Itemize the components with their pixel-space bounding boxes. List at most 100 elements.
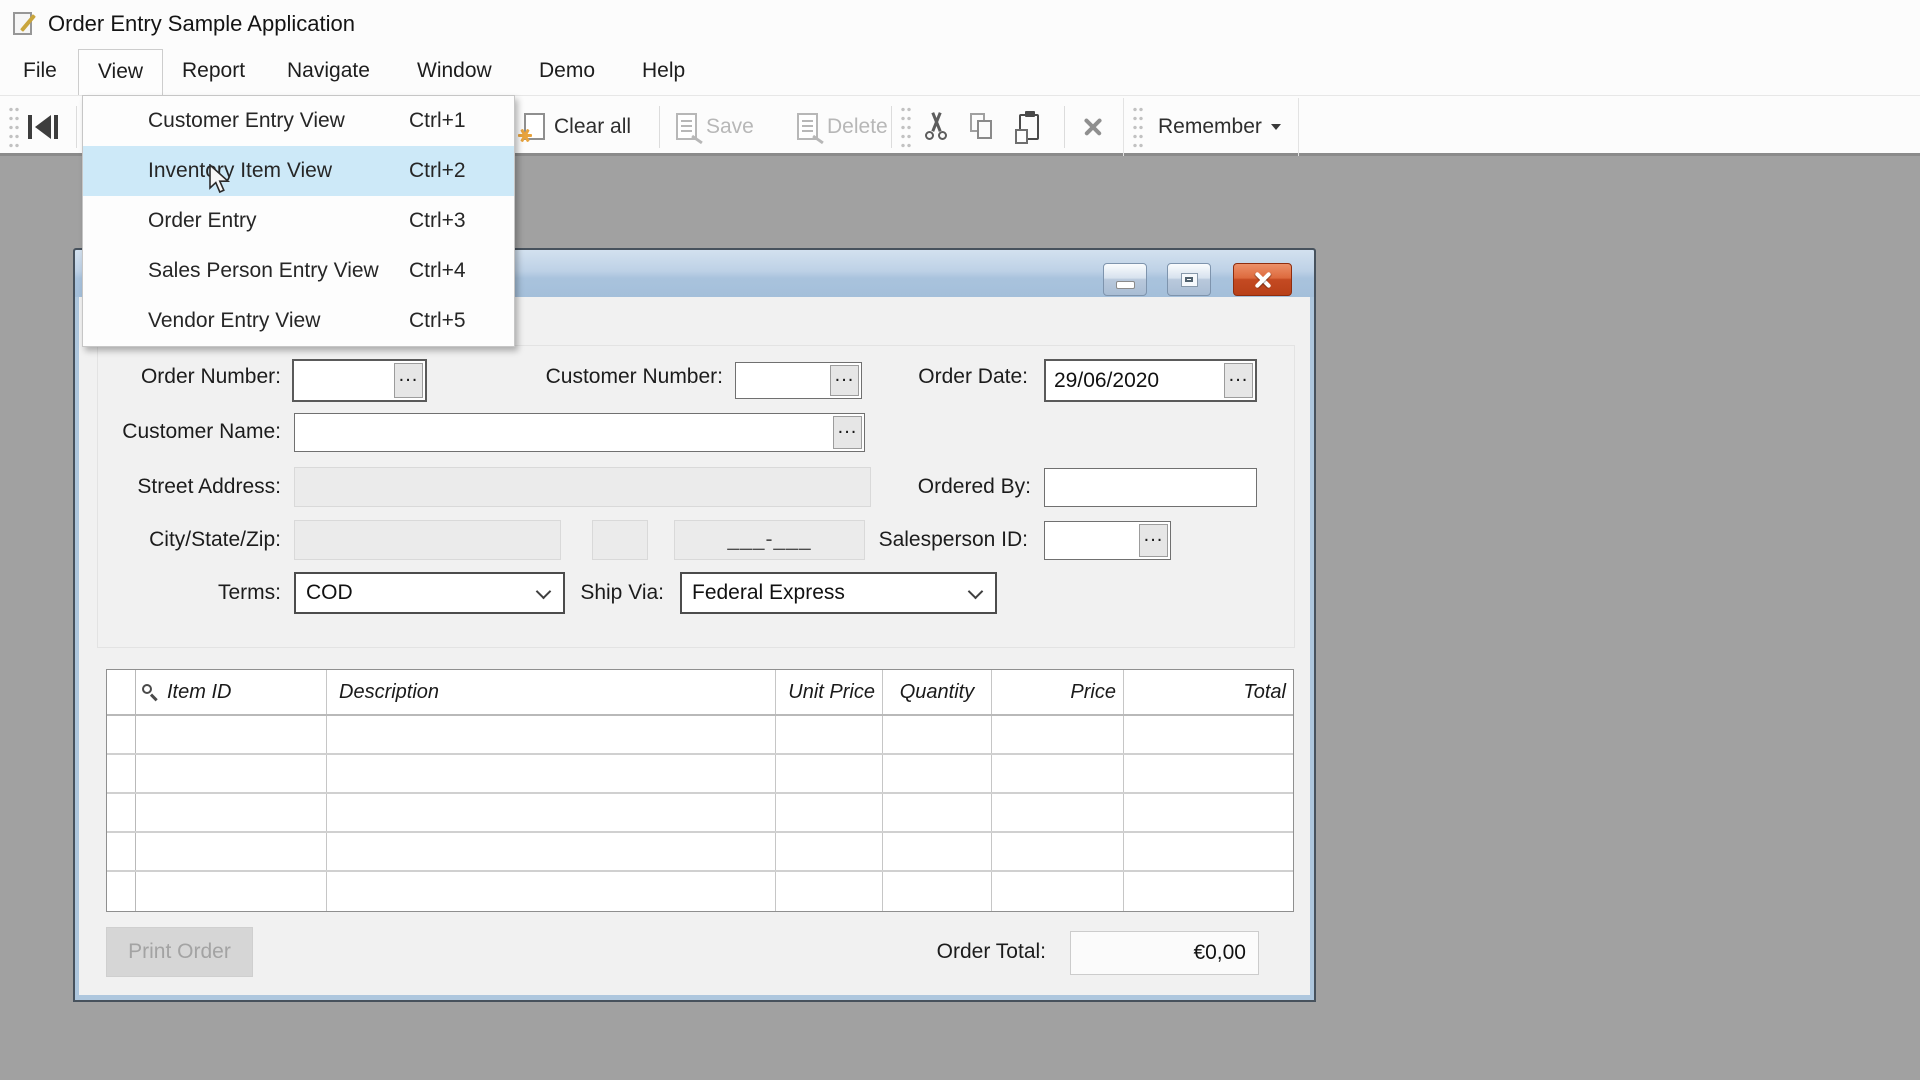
ordered-by-input[interactable] (1044, 468, 1257, 507)
grid-row[interactable] (107, 755, 1293, 794)
grid-col-item-id[interactable]: Item ID (136, 670, 327, 714)
terms-combobox[interactable]: COD (294, 572, 565, 614)
grid-cell[interactable] (883, 872, 992, 911)
grid-col-quantity[interactable]: Quantity (883, 670, 992, 714)
document-delete-icon (797, 113, 818, 140)
menu-item-vendor-entry-view[interactable]: Vendor Entry View Ctrl+5 (83, 296, 514, 346)
copy-button[interactable] (968, 96, 998, 157)
grid-cell[interactable] (1124, 755, 1293, 792)
menu-navigate[interactable]: Navigate (287, 47, 370, 95)
customer-number-browse-button[interactable]: ... (830, 365, 859, 396)
cut-button[interactable] (920, 96, 952, 157)
grid-cell[interactable] (136, 794, 327, 831)
ship-via-combobox[interactable]: Federal Express (680, 572, 997, 614)
discard-button[interactable] (1078, 96, 1108, 157)
toolbar-grip[interactable] (8, 105, 20, 149)
grid-cell[interactable] (1124, 872, 1293, 911)
close-button[interactable] (1233, 263, 1292, 296)
grid-cell[interactable] (107, 794, 136, 831)
menu-item-shortcut: Ctrl+4 (409, 246, 466, 296)
grid-selector-header[interactable] (107, 670, 136, 714)
grid-col-price[interactable]: Price (992, 670, 1124, 714)
grid-cell[interactable] (107, 716, 136, 753)
customer-number-input[interactable]: ... (735, 362, 862, 399)
salesperson-id-browse-button[interactable]: ... (1139, 524, 1168, 557)
grid-cell[interactable] (327, 833, 776, 870)
toolbar-separator (1064, 106, 1065, 148)
menu-help[interactable]: Help (642, 47, 685, 95)
grid-row[interactable] (107, 794, 1293, 833)
grid-cell[interactable] (327, 716, 776, 753)
menu-item-order-entry[interactable]: Order Entry Ctrl+3 (83, 196, 514, 246)
grid-cell[interactable] (327, 755, 776, 792)
grid-cell[interactable] (992, 716, 1124, 753)
grid-cell[interactable] (107, 872, 136, 911)
grid-cell[interactable] (1124, 716, 1293, 753)
menu-demo[interactable]: Demo (539, 47, 595, 95)
menu-item-customer-entry-view[interactable]: Customer Entry View Ctrl+1 (83, 96, 514, 146)
order-number-input[interactable]: ... (292, 359, 427, 402)
grid-cell[interactable] (1124, 833, 1293, 870)
grid-cell[interactable] (776, 833, 883, 870)
grid-cell[interactable] (992, 794, 1124, 831)
menu-file[interactable]: File (23, 47, 57, 95)
grid-cell[interactable] (776, 872, 883, 911)
grid-cell[interactable] (327, 872, 776, 911)
grid-cell[interactable] (883, 755, 992, 792)
grid-cell[interactable] (992, 872, 1124, 911)
order-total-label: Order Total: (937, 937, 1046, 967)
order-date-browse-button[interactable]: ... (1224, 363, 1253, 398)
nav-first-button[interactable] (28, 96, 58, 157)
grid-header-row: Item ID Description Unit Price Quantity … (107, 670, 1293, 716)
grid-cell[interactable] (776, 716, 883, 753)
toolbar-section-divider (1298, 98, 1299, 156)
grid-col-total[interactable]: Total (1124, 670, 1293, 714)
grid-cell[interactable] (107, 833, 136, 870)
grid-col-unit-price[interactable]: Unit Price (776, 670, 883, 714)
toolbar-grip[interactable] (900, 105, 912, 149)
x-icon (1078, 112, 1108, 142)
grid-row[interactable] (107, 833, 1293, 872)
customer-name-browse-button[interactable]: ... (833, 416, 862, 449)
state-input (592, 520, 648, 560)
grid-cell[interactable] (992, 755, 1124, 792)
grid-cell[interactable] (776, 755, 883, 792)
customer-name-input[interactable]: ... (294, 413, 865, 452)
order-date-input[interactable]: 29/06/2020 ... (1044, 359, 1257, 402)
grid-cell[interactable] (136, 716, 327, 753)
menu-item-sales-person-entry-view[interactable]: Sales Person Entry View Ctrl+4 (83, 246, 514, 296)
order-total-value: €0,00 (1070, 931, 1259, 975)
order-number-browse-button[interactable]: ... (394, 363, 423, 398)
grid-row[interactable] (107, 716, 1293, 755)
grid-cell[interactable] (136, 833, 327, 870)
grid-cell[interactable] (883, 716, 992, 753)
menu-report[interactable]: Report (182, 47, 245, 95)
arrow-cursor (207, 164, 233, 196)
ship-via-value: Federal Express (682, 581, 845, 605)
maximize-button[interactable] (1167, 263, 1211, 296)
remember-dropdown-button[interactable]: Remember (1158, 96, 1281, 157)
clear-all-button[interactable]: Clear all (524, 96, 631, 157)
grid-cell[interactable] (883, 794, 992, 831)
paste-button[interactable] (1017, 96, 1043, 157)
toolbar-grip[interactable] (1132, 105, 1144, 149)
grid-cell[interactable] (776, 794, 883, 831)
salesperson-id-input[interactable]: ... (1044, 521, 1171, 560)
menu-view[interactable]: View (78, 49, 163, 95)
menu-item-inventory-item-view[interactable]: Inventory Item View Ctrl+2 (83, 146, 514, 196)
menu-bar: File View Report Navigate Window Demo He… (0, 47, 1920, 95)
menu-item-label: Inventory Item View (148, 146, 332, 196)
grid-cell[interactable] (327, 794, 776, 831)
menu-item-shortcut: Ctrl+2 (409, 146, 466, 196)
grid-cell[interactable] (883, 833, 992, 870)
menu-window[interactable]: Window (417, 47, 492, 95)
grid-cell[interactable] (107, 755, 136, 792)
grid-cell[interactable] (992, 833, 1124, 870)
minimize-button[interactable] (1103, 263, 1147, 296)
chevron-down-icon (536, 584, 552, 600)
grid-cell[interactable] (136, 755, 327, 792)
grid-cell[interactable] (136, 872, 327, 911)
grid-col-description[interactable]: Description (327, 670, 776, 714)
grid-row[interactable] (107, 872, 1293, 911)
grid-cell[interactable] (1124, 794, 1293, 831)
